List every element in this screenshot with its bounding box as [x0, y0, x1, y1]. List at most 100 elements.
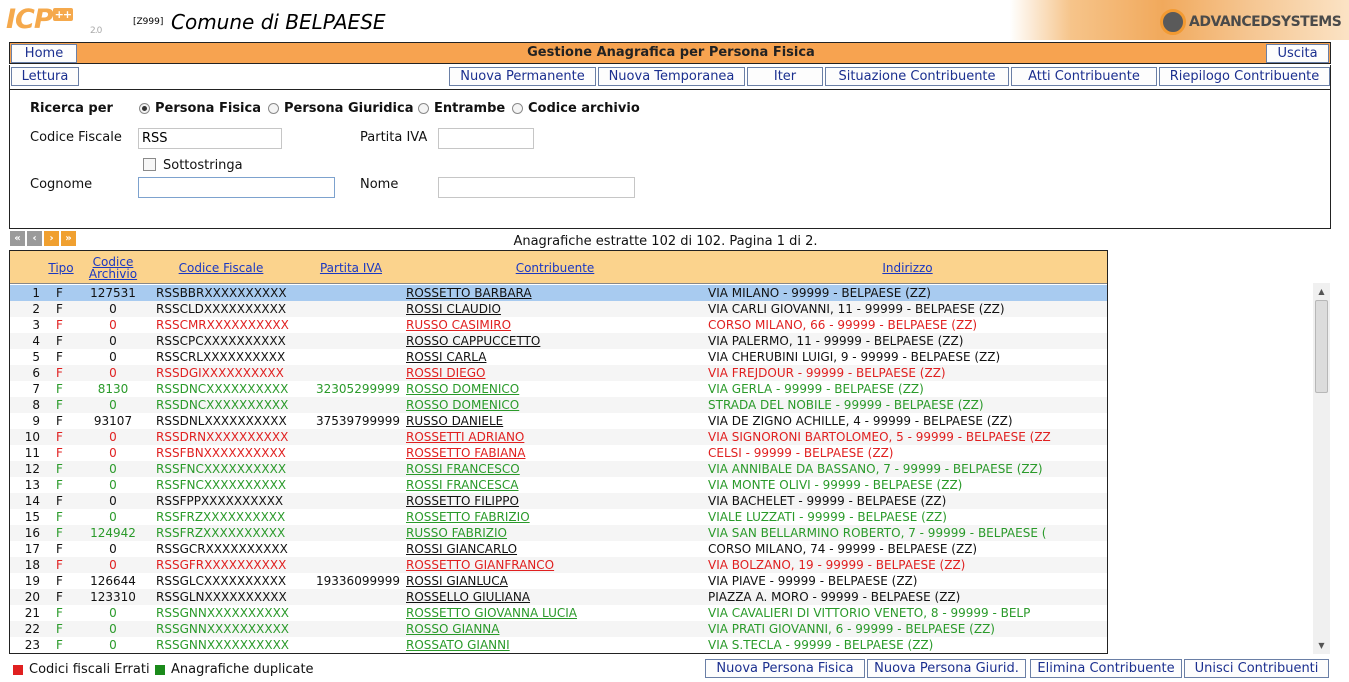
app-header: ICP ++ 2.0 [Z999] Comune di BELPAESE ADVA… [0, 0, 1349, 42]
table-row[interactable]: 16 F 124942 RSSFRZXXXXXXXXXX RUSSO FABRIZIO V… [10, 525, 1107, 541]
row-contribuente-link[interactable]: ROSSI FRANCESCA [406, 477, 706, 493]
row-number: 7 [32, 382, 40, 396]
table-row[interactable]: 22 F 0 RSSGNNXXXXXXXXXX ROSSO GIANNA VIA PRAT… [10, 621, 1107, 637]
row-contribuente-link[interactable]: ROSSETTO FABIANA [406, 445, 706, 461]
table-row[interactable]: 8 F 0 RSSDNCXXXXXXXXXX ROSSO DOMENICO STRADA … [10, 397, 1107, 413]
row-indirizzo: CELSI - 99999 - BELPAESE (ZZ) [708, 446, 894, 460]
col-partita-iva[interactable]: Partita IVA [306, 251, 396, 284]
table-row[interactable]: 19 F 126644 RSSGLCXXXXXXXXXX 19336099999 ROSS… [10, 573, 1107, 589]
row-contribuente-link[interactable]: ROSSO DOMENICO [406, 397, 706, 413]
col-codice-fiscale[interactable]: Codice Fiscale [160, 251, 282, 284]
situazione-contribuente-button[interactable]: Situazione Contribuente [825, 67, 1009, 86]
cognome-input[interactable] [138, 177, 335, 198]
row-contribuente-link[interactable]: ROSSO DOMENICO [406, 381, 706, 397]
table-row[interactable]: 14 F 0 RSSFPPXXXXXXXXXX ROSSETTO FILIPPO VIA … [10, 493, 1107, 509]
sottostringa-checkbox[interactable] [143, 158, 156, 171]
row-codice-fiscale: RSSCMRXXXXXXXXXX [156, 318, 289, 332]
exit-button[interactable]: Uscita [1266, 44, 1329, 63]
first-page-icon[interactable]: « [10, 231, 25, 246]
radio-label: Entrambe [434, 101, 506, 116]
table-row[interactable]: 7 F 8130 RSSDNCXXXXXXXXXX 32305299999 ROSSO D… [10, 381, 1107, 397]
table-row[interactable]: 10 F 0 RSSDRNXXXXXXXXXX ROSSETTI ADRIANO VIA … [10, 429, 1107, 445]
row-contribuente-link[interactable]: RUSSO CASIMIRO [406, 317, 706, 333]
row-contribuente-link[interactable]: ROSSI CLAUDIO [406, 301, 706, 317]
nuova-persona-fisica-button[interactable]: Nuova Persona Fisica [705, 659, 865, 678]
row-codice-fiscale: RSSCPCXXXXXXXXXX [156, 334, 286, 348]
col-codice-archivio[interactable]: Codice Archivio [84, 251, 142, 284]
table-row[interactable]: 1 F 127531 RSSBBRXXXXXXXXXX ROSSETTO BARBARA… [10, 285, 1107, 301]
row-contribuente-link[interactable]: ROSSETTO FABRIZIO [406, 509, 706, 525]
row-indirizzo: VIA PALERMO, 11 - 99999 - BELPAESE (ZZ) [708, 334, 964, 348]
row-contribuente-link[interactable]: ROSSO GIANNA [406, 621, 706, 637]
atti-contribuente-button[interactable]: Atti Contribuente [1011, 67, 1157, 86]
table-row[interactable]: 21 F 0 RSSGNNXXXXXXXXXX ROSSETTO GIOVANNA LU… [10, 605, 1107, 621]
table-row[interactable]: 13 F 0 RSSFNCXXXXXXXXXX ROSSI FRANCESCA VIA M… [10, 477, 1107, 493]
table-row[interactable]: 17 F 0 RSSGCRXXXXXXXXXX ROSSI GIANCARLO CORSO… [10, 541, 1107, 557]
nuova-permanente-button[interactable]: Nuova Permanente [449, 67, 596, 86]
col-tipo[interactable]: Tipo [44, 251, 78, 284]
radio-persona-giuridica[interactable]: Persona Giuridica [268, 101, 413, 116]
row-contribuente-link[interactable]: ROSSI DIEGO [406, 365, 706, 381]
table-row[interactable]: 2 F 0 RSSCLDXXXXXXXXXX ROSSI CLAUDIO VIA CARL… [10, 301, 1107, 317]
radio-persona-fisica[interactable]: Persona Fisica [139, 101, 261, 116]
table-row[interactable]: 11 F 0 RSSFBNXXXXXXXXXX ROSSETTO FABIANA CELS… [10, 445, 1107, 461]
next-page-icon[interactable]: › [44, 231, 59, 246]
row-contribuente-link[interactable]: ROSSELLO GIULIANA [406, 589, 706, 605]
radio-entrambe[interactable]: Entrambe [418, 101, 505, 116]
row-contribuente-link[interactable]: ROSSI FRANCESCO [406, 461, 706, 477]
riepilogo-contribuente-button[interactable]: Riepilogo Contribuente [1159, 67, 1330, 86]
table-row[interactable]: 3 F 0 RSSCMRXXXXXXXXXX RUSSO CASIMIRO CORSO M… [10, 317, 1107, 333]
row-number: 4 [32, 334, 40, 348]
row-codice-fiscale: RSSDNCXXXXXXXXXX [156, 398, 289, 412]
row-contribuente-link[interactable]: ROSSETTO GIANFRANCO [406, 557, 706, 573]
col-contribuente[interactable]: Contribuente [480, 251, 630, 284]
col-indirizzo[interactable]: Indirizzo [830, 251, 985, 284]
row-tipo: F [56, 558, 63, 572]
prev-page-icon[interactable]: ‹ [27, 231, 42, 246]
scroll-up-icon[interactable]: ▲ [1313, 283, 1330, 300]
row-codice-fiscale: RSSCLDXXXXXXXXXX [156, 302, 287, 316]
row-number: 3 [32, 318, 40, 332]
row-contribuente-link[interactable]: RUSSO FABRIZIO [406, 525, 706, 541]
table-row[interactable]: 5 F 0 RSSCRLXXXXXXXXXX ROSSI CARLA VIA CHERUB… [10, 349, 1107, 365]
table-row[interactable]: 15 F 0 RSSFRZXXXXXXXXXX ROSSETTO FABRIZIO VIA… [10, 509, 1107, 525]
iter-button[interactable]: Iter [747, 67, 823, 86]
row-codice-archivio: 126644 [90, 574, 136, 588]
last-page-icon[interactable]: » [61, 231, 76, 246]
lettura-button[interactable]: Lettura [11, 67, 79, 86]
table-row[interactable]: 9 F 93107 RSSDNLXXXXXXXXXX 37539799999 RUSSO … [10, 413, 1107, 429]
table-row[interactable]: 6 F 0 RSSDGIXXXXXXXXXX ROSSI DIEGO VIA FREJDO… [10, 365, 1107, 381]
row-indirizzo: VIA CARLI GIOVANNI, 11 - 99999 - BELPAES… [708, 302, 1005, 316]
row-contribuente-link[interactable]: ROSSETTO GIOVANNA LUCIA [406, 605, 706, 621]
row-number: 10 [24, 430, 40, 444]
elimina-contribuente-button[interactable]: Elimina Contribuente [1030, 659, 1182, 678]
nuova-persona-giuridica-button[interactable]: Nuova Persona Giurid. [867, 659, 1026, 678]
row-contribuente-link[interactable]: ROSSO CAPPUCCETTO [406, 333, 706, 349]
table-row[interactable]: 18 F 0 RSSGFRXXXXXXXXXX ROSSETTO GIANFRANCO V… [10, 557, 1107, 573]
row-contribuente-link[interactable]: ROSSETTO FILIPPO [406, 493, 706, 509]
partita-iva-input[interactable] [438, 128, 534, 149]
home-button[interactable]: Home [11, 44, 77, 63]
scroll-down-icon[interactable]: ▼ [1313, 637, 1330, 654]
row-contribuente-link[interactable]: ROSSETTO BARBARA [406, 285, 706, 301]
table-row[interactable]: 23 F 0 RSSGNNXXXXXXXXXX ROSSATO GIANNI VIA S.… [10, 637, 1107, 653]
scroll-thumb[interactable] [1315, 300, 1328, 393]
table-row[interactable]: 12 F 0 RSSFNCXXXXXXXXXX ROSSI FRANCESCO VIA A… [10, 461, 1107, 477]
brand-logo: ADVANCEDSYSTEMS [1160, 9, 1342, 35]
codice-fiscale-input[interactable]: RSS [138, 128, 282, 149]
table-scrollbar[interactable]: ▲ ▼ [1313, 283, 1330, 654]
row-contribuente-link[interactable]: ROSSI GIANLUCA [406, 573, 706, 589]
row-contribuente-link[interactable]: ROSSETTI ADRIANO [406, 429, 706, 445]
row-codice-fiscale: RSSGNNXXXXXXXXXX [156, 606, 290, 620]
table-row[interactable]: 20 F 123310 RSSGLNXXXXXXXXXX ROSSELLO GIULIA… [10, 589, 1107, 605]
row-contribuente-link[interactable]: ROSSI CARLA [406, 349, 706, 365]
nome-input[interactable] [438, 177, 635, 198]
nuova-temporanea-button[interactable]: Nuova Temporanea [598, 67, 745, 86]
table-row[interactable]: 4 F 0 RSSCPCXXXXXXXXXX ROSSO CAPPUCCETTO VIA … [10, 333, 1107, 349]
row-contribuente-link[interactable]: RUSSO DANIELE [406, 413, 706, 429]
row-contribuente-link[interactable]: ROSSATO GIANNI [406, 637, 706, 653]
row-contribuente-link[interactable]: ROSSI GIANCARLO [406, 541, 706, 557]
radio-codice-archivio[interactable]: Codice archivio [512, 101, 640, 116]
row-codice-fiscale: RSSFPPXXXXXXXXXX [156, 494, 284, 508]
unisci-contribuenti-button[interactable]: Unisci Contribuenti [1184, 659, 1329, 678]
